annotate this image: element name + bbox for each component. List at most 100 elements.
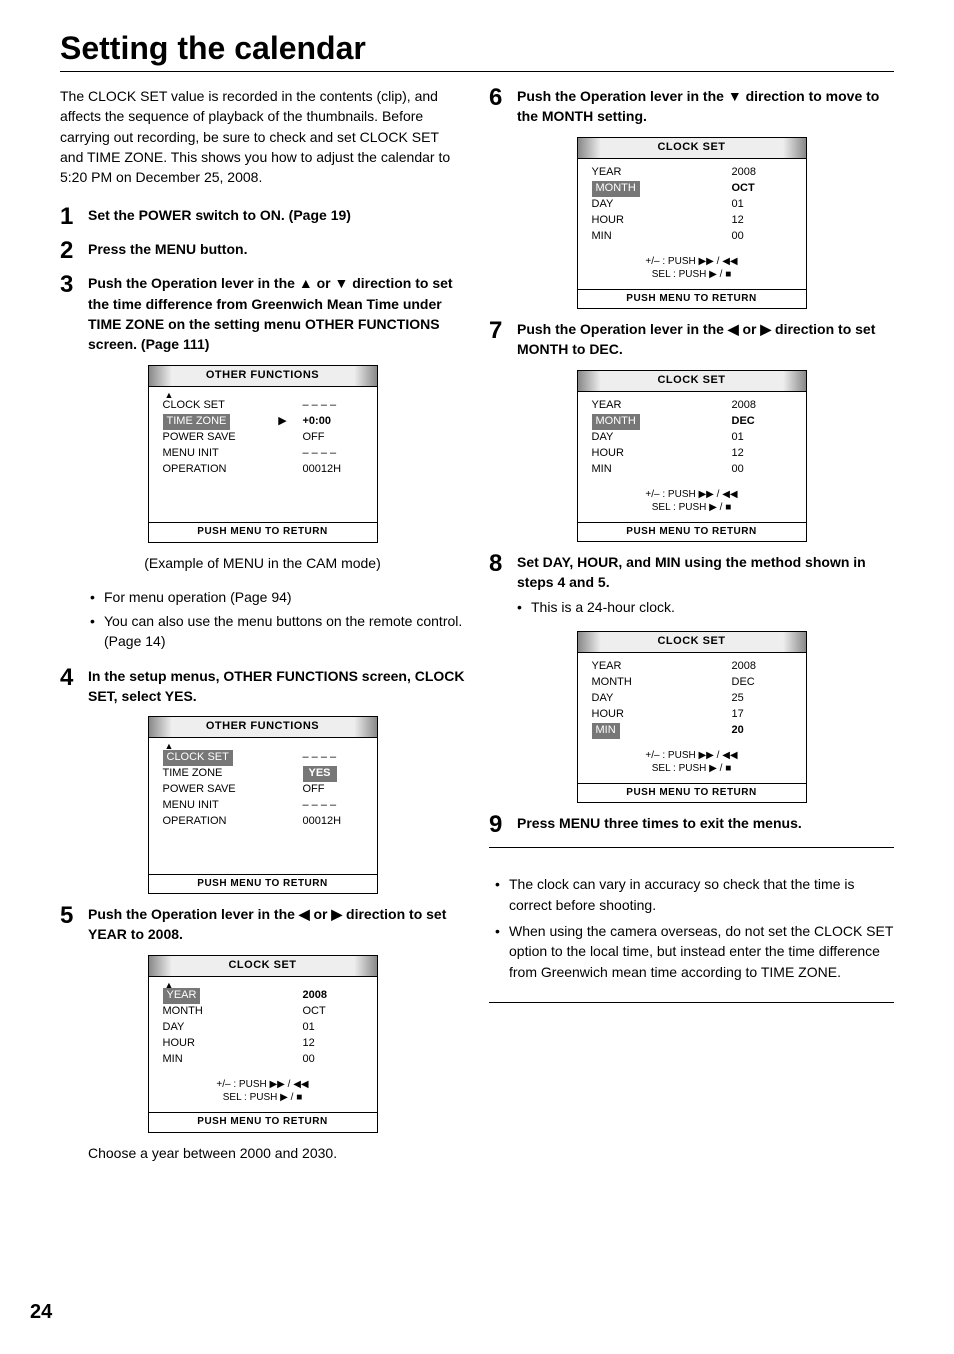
step-number: 2 bbox=[60, 239, 88, 263]
menu-value-selected: YES bbox=[303, 766, 337, 782]
menu-value: 2008 bbox=[732, 165, 792, 181]
menu-value: DEC bbox=[732, 414, 792, 430]
hint-plusminus: +/– : PUSH ▶▶ / ◀◀ bbox=[216, 1079, 308, 1090]
menu-footer: PUSH MENU TO RETURN bbox=[149, 874, 377, 894]
menu-label: POWER SAVE bbox=[163, 430, 263, 446]
menu-title: CLOCK SET bbox=[578, 632, 806, 653]
menu-label: YEAR bbox=[592, 398, 692, 414]
menu-value: 01 bbox=[732, 197, 792, 213]
menu-value: – – – – bbox=[303, 750, 363, 766]
menu-clock-set-month-dec: CLOCK SET YEAR2008 MONTHDEC DAY01 HOUR12… bbox=[577, 370, 807, 542]
menu-label: MENU INIT bbox=[163, 798, 263, 814]
menu-value: 2008 bbox=[732, 398, 792, 414]
hint-sel: SEL : PUSH ▶ / ■ bbox=[652, 269, 732, 280]
menu-clock-set-year: CLOCK SET ▲ YEAR2008 MONTHOCT DAY01 HOUR… bbox=[148, 955, 378, 1133]
menu-other-functions-yes: OTHER FUNCTIONS ▲ CLOCK SET– – – – TIME … bbox=[148, 716, 378, 894]
menu-label: DAY bbox=[592, 691, 692, 707]
menu-label: YEAR bbox=[592, 165, 692, 181]
menu-value: 01 bbox=[303, 1020, 363, 1036]
menu-label: DAY bbox=[592, 197, 692, 213]
step-head: Push the Operation lever in the ▼ direct… bbox=[517, 88, 879, 124]
menu-value: 00012H bbox=[303, 462, 363, 478]
step-3: 3 Push the Operation lever in the ▲ or ▼… bbox=[60, 273, 465, 354]
menu-clock-set-min: CLOCK SET YEAR 2008 MONTH DEC DAY 25 HOUR 17… bbox=[577, 631, 807, 803]
menu-footer: PUSH MENU TO RETURN bbox=[149, 522, 377, 542]
menu-label-selected: MIN bbox=[592, 723, 620, 739]
menu-label: YEAR bbox=[592, 659, 692, 675]
menu-body: ▲ CLOCK SET– – – – TIME ZONEYES POWER SA… bbox=[149, 738, 377, 873]
step-head: Push the Operation lever in the ◀ or ▶ d… bbox=[517, 321, 875, 357]
menu-value: DEC bbox=[732, 675, 792, 691]
step-7: 7 Push the Operation lever in the ◀ or ▶… bbox=[489, 319, 894, 360]
menu-hint: +/– : PUSH ▶▶ / ◀◀ SEL : PUSH ▶ / ■ bbox=[592, 488, 792, 514]
menu-label-selected: MONTH bbox=[592, 414, 640, 430]
menu-label: MONTH bbox=[592, 675, 692, 691]
step-head: Press the MENU button. bbox=[88, 241, 247, 257]
menu-footer: PUSH MENU TO RETURN bbox=[578, 783, 806, 803]
menu-value: OFF bbox=[303, 430, 363, 446]
menu-body: YEAR2008 MONTHOCT DAY01 HOUR12 MIN00 +/–… bbox=[578, 159, 806, 289]
menu-label: POWER SAVE bbox=[163, 782, 263, 798]
menu-value: 00 bbox=[732, 462, 792, 478]
left-column: The CLOCK SET value is recorded in the c… bbox=[60, 86, 465, 1163]
step-number: 7 bbox=[489, 319, 517, 343]
bullets-after-step3: For menu operation (Page 94) You can als… bbox=[60, 587, 465, 652]
menu-value: OFF bbox=[303, 782, 363, 798]
menu-other-functions: OTHER FUNCTIONS ▲ CLOCK SET– – – – TIME … bbox=[148, 365, 378, 543]
step-1: 1 Set the POWER switch to ON. (Page 19) bbox=[60, 205, 465, 229]
menu-label: HOUR bbox=[592, 707, 692, 723]
menu-label: HOUR bbox=[592, 213, 692, 229]
bullet: You can also use the menu buttons on the… bbox=[90, 611, 465, 652]
menu-value: OCT bbox=[303, 1004, 363, 1020]
menu-title: OTHER FUNCTIONS bbox=[149, 366, 377, 387]
step-6: 6 Push the Operation lever in the ▼ dire… bbox=[489, 86, 894, 127]
note: When using the camera overseas, do not s… bbox=[495, 921, 894, 982]
divider bbox=[489, 1002, 894, 1003]
menu-hint: +/– : PUSH ▶▶ / ◀◀ SEL : PUSH ▶ / ■ bbox=[592, 255, 792, 281]
note: The clock can vary in accuracy so check … bbox=[495, 874, 894, 915]
menu-value: +0:00 bbox=[303, 414, 363, 430]
menu-value: 20 bbox=[732, 723, 792, 739]
menu-body: YEAR 2008 MONTH DEC DAY 01 HOUR 12 MIN 00 +/–… bbox=[578, 392, 806, 522]
hint-sel: SEL : PUSH ▶ / ■ bbox=[652, 502, 732, 513]
step-2: 2 Press the MENU button. bbox=[60, 239, 465, 263]
step-5: 5 Push the Operation lever in the ◀ or ▶… bbox=[60, 904, 465, 945]
menu-value: 2008 bbox=[303, 988, 363, 1004]
right-column: 6 Push the Operation lever in the ▼ dire… bbox=[489, 86, 894, 1163]
menu-value: – – – – bbox=[303, 398, 363, 414]
menu-value: 2008 bbox=[732, 659, 792, 675]
menu-title: CLOCK SET bbox=[149, 956, 377, 977]
caption: (Example of MENU in the CAM mode) bbox=[60, 553, 465, 573]
menu-value: 12 bbox=[303, 1036, 363, 1052]
intro-text: The CLOCK SET value is recorded in the c… bbox=[60, 86, 465, 187]
menu-value: 00012H bbox=[303, 814, 363, 830]
step-number: 5 bbox=[60, 904, 88, 928]
hint-sel: SEL : PUSH ▶ / ■ bbox=[223, 1092, 303, 1103]
menu-label: HOUR bbox=[592, 446, 692, 462]
page-number: 24 bbox=[30, 1301, 52, 1324]
menu-label: MONTH bbox=[163, 1004, 263, 1020]
menu-label: OPERATION bbox=[163, 462, 263, 478]
step-8-note: This is a 24-hour clock. bbox=[517, 597, 894, 617]
menu-footer: PUSH MENU TO RETURN bbox=[578, 289, 806, 309]
menu-value: 12 bbox=[732, 446, 792, 462]
menu-value: 25 bbox=[732, 691, 792, 707]
menu-label-selected: YEAR bbox=[163, 988, 201, 1004]
menu-label: HOUR bbox=[163, 1036, 263, 1052]
menu-label: MIN bbox=[592, 462, 692, 478]
menu-footer: PUSH MENU TO RETURN bbox=[149, 1112, 377, 1132]
menu-label: CLOCK SET bbox=[163, 398, 263, 414]
menu-value: 01 bbox=[732, 430, 792, 446]
menu-footer: PUSH MENU TO RETURN bbox=[578, 522, 806, 542]
hint-plusminus: +/– : PUSH ▶▶ / ◀◀ bbox=[645, 750, 737, 761]
menu-body: ▲ CLOCK SET– – – – TIME ZONE▶+0:00 POWER… bbox=[149, 387, 377, 522]
menu-label: DAY bbox=[592, 430, 692, 446]
step-head: In the setup menus, OTHER FUNCTIONS scre… bbox=[88, 668, 465, 704]
menu-value: 00 bbox=[732, 229, 792, 245]
menu-value: 17 bbox=[732, 707, 792, 723]
menu-title: OTHER FUNCTIONS bbox=[149, 717, 377, 738]
divider bbox=[60, 71, 894, 72]
step-8: 8 Set DAY, HOUR, and MIN using the metho… bbox=[489, 552, 894, 621]
step-head: Set DAY, HOUR, and MIN using the method … bbox=[517, 554, 866, 590]
divider bbox=[489, 847, 894, 848]
